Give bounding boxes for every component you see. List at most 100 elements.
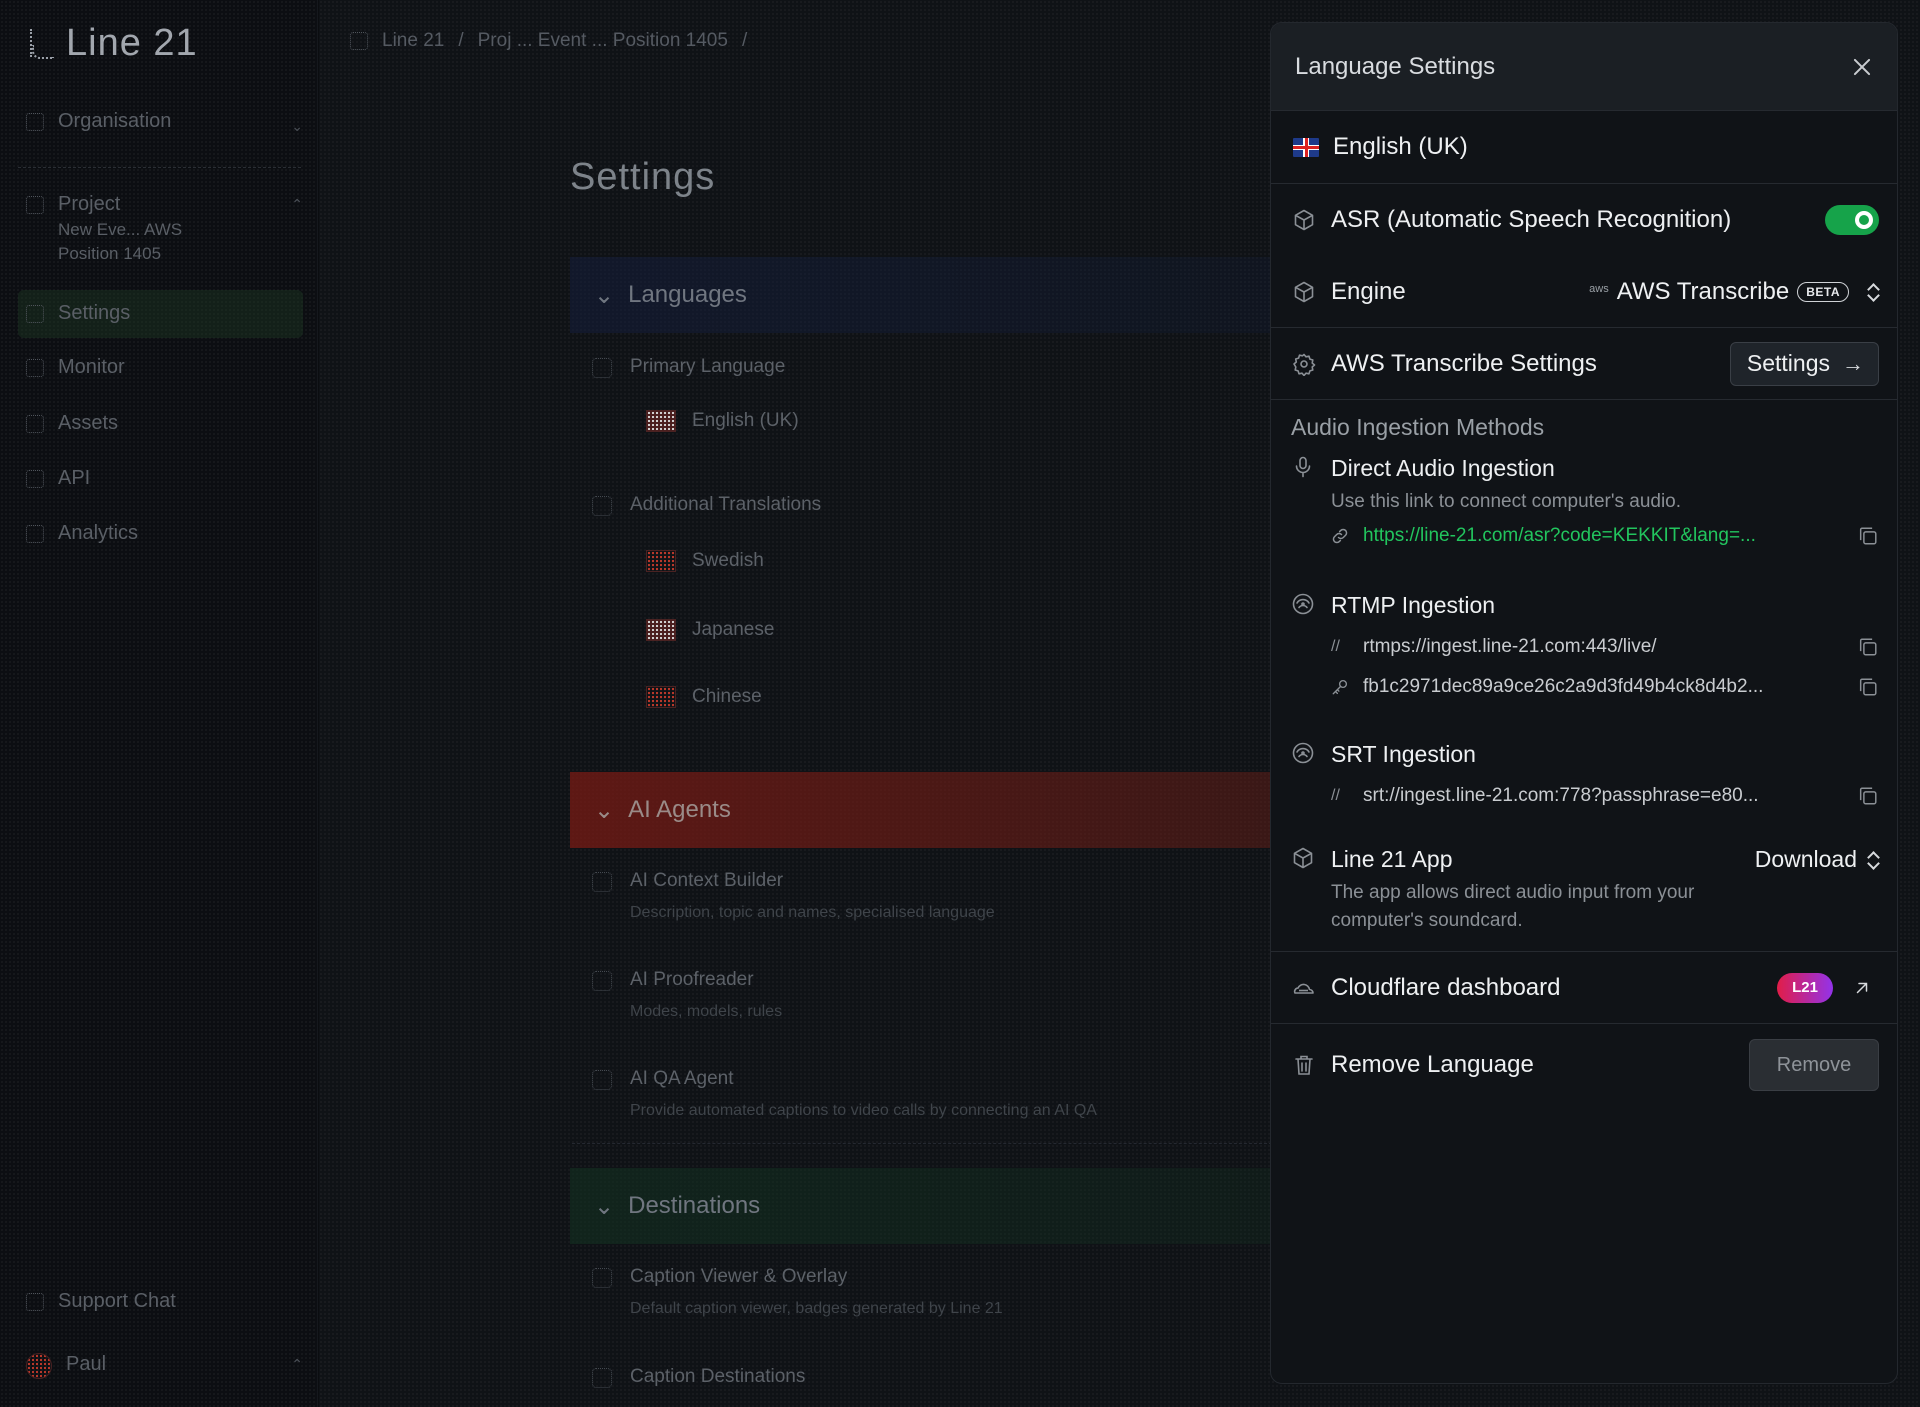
row-title: AI Proofreader bbox=[630, 969, 754, 990]
sidebar-item-organisation[interactable]: Organisation bbox=[26, 110, 171, 133]
srt-url[interactable]: srt://ingest.line-21.com:778?passphrase=… bbox=[1363, 785, 1813, 807]
remove-language-row: Remove Language Remove bbox=[1271, 1024, 1897, 1106]
srt-url-row: // srt://ingest.line-21.com:778?passphra… bbox=[1331, 776, 1879, 816]
breadcrumb-separator: / bbox=[458, 30, 464, 51]
sidebar-item-label: Organisation bbox=[58, 110, 172, 132]
ingestion-title: RTMP Ingestion bbox=[1331, 592, 1496, 618]
translation-item[interactable]: Swedish bbox=[646, 550, 764, 572]
sidebar-item-monitor[interactable]: Monitor bbox=[26, 356, 125, 379]
language-name: Japanese bbox=[692, 619, 775, 640]
microphone-icon bbox=[1291, 455, 1317, 481]
remove-language-label: Remove Language bbox=[1331, 1051, 1534, 1078]
cube-icon bbox=[1291, 846, 1317, 872]
download-select[interactable]: Download bbox=[1755, 846, 1879, 873]
asr-toggle[interactable] bbox=[1825, 205, 1879, 235]
slashes-icon: // bbox=[1331, 638, 1340, 655]
row-subtitle: Default caption viewer, badges generated… bbox=[630, 1300, 1003, 1317]
sidebar-toggle-icon[interactable] bbox=[350, 32, 368, 50]
flag-icon bbox=[646, 686, 676, 708]
row-title: AI QA Agent bbox=[630, 1068, 734, 1089]
breadcrumb-item[interactable]: Line 21 bbox=[382, 30, 444, 52]
ingestion-description: Use this link to connect computer's audi… bbox=[1331, 491, 1682, 512]
support-chat-button[interactable]: Support Chat bbox=[26, 1290, 176, 1313]
copy-icon[interactable] bbox=[1857, 525, 1879, 547]
sidebar-item-label: Monitor bbox=[58, 356, 125, 378]
settings-button[interactable]: Settings → bbox=[1729, 341, 1879, 386]
close-icon[interactable] bbox=[1849, 54, 1875, 80]
globe-icon bbox=[592, 358, 612, 378]
chevron-up-down-icon[interactable]: ⌃ bbox=[291, 196, 303, 213]
chevron-up-down-icon bbox=[1867, 850, 1879, 870]
chevron-down-icon: ⌄ bbox=[594, 796, 615, 824]
gear-icon bbox=[1291, 351, 1317, 377]
caption-destinations-row[interactable]: Caption Destinations bbox=[592, 1366, 805, 1388]
uk-flag-icon bbox=[1293, 137, 1319, 157]
sidebar-item-api[interactable]: API bbox=[26, 467, 90, 490]
language-settings-drawer: Language Settings English (UK) ASR (Auto… bbox=[1270, 22, 1898, 1384]
primary-language-item[interactable]: English (UK) bbox=[646, 410, 799, 432]
sidebar-item-project[interactable]: Project New Eve... AWS Position 1405 bbox=[26, 193, 182, 264]
engine-row: Engine aws AWS Transcribe BETA bbox=[1271, 256, 1897, 328]
caption-viewer-row[interactable]: Caption Viewer & Overlay Default caption… bbox=[592, 1266, 1003, 1318]
logo[interactable]: Line 21 bbox=[26, 22, 198, 65]
chevron-up-down-icon bbox=[1867, 282, 1879, 302]
project-event: New Eve... AWS bbox=[58, 220, 183, 239]
section-title: Languages bbox=[628, 281, 747, 308]
ai-proofreader-row[interactable]: AI Proofreader Modes, models, rules bbox=[592, 969, 782, 1021]
external-link-icon[interactable] bbox=[1853, 979, 1871, 997]
direct-audio-ingestion: Direct Audio Ingestion Use this link to … bbox=[1271, 455, 1897, 556]
sidebar: Line 21 Organisation ⌄ Project New Eve..… bbox=[0, 0, 318, 1407]
key-icon bbox=[1331, 678, 1349, 696]
copy-icon[interactable] bbox=[1857, 676, 1879, 698]
settings-button-label: Settings bbox=[1746, 350, 1830, 376]
sidebar-item-analytics[interactable]: Analytics bbox=[26, 522, 138, 545]
section-languages[interactable]: ⌄ Languages bbox=[570, 257, 1270, 333]
drawer-header: Language Settings bbox=[1271, 23, 1897, 111]
ai-context-builder-row[interactable]: AI Context Builder Description, topic an… bbox=[592, 870, 995, 922]
sidebar-item-settings[interactable]: Settings bbox=[26, 302, 130, 325]
cloudflare-row[interactable]: Cloudflare dashboard L21 bbox=[1271, 952, 1897, 1024]
row-title: Caption Destinations bbox=[630, 1366, 806, 1387]
rtmp-stream-key[interactable]: fb1c2971dec89a9ce26c2a9d3fd49b4ck8d4b2..… bbox=[1363, 676, 1813, 698]
translation-item[interactable]: Chinese bbox=[646, 686, 762, 708]
ai-qa-agent-row[interactable]: AI QA Agent Provide automated captions t… bbox=[592, 1068, 1097, 1120]
breadcrumb-item[interactable]: Proj ... Event ... Position 1405 bbox=[478, 30, 728, 52]
breadcrumb-separator: / bbox=[741, 30, 748, 51]
page-title: Settings bbox=[570, 156, 716, 198]
cube-icon bbox=[1291, 279, 1317, 305]
trash-icon bbox=[1291, 1052, 1317, 1078]
broadcast-icon bbox=[1291, 592, 1317, 618]
sparkle-icon bbox=[592, 872, 612, 892]
chevron-up-down-icon[interactable]: ⌃ bbox=[291, 1356, 303, 1373]
ingestion-title: Direct Audio Ingestion bbox=[1331, 455, 1555, 481]
aws-logo-icon: aws bbox=[1589, 282, 1609, 295]
asr-label: ASR (Automatic Speech Recognition) bbox=[1331, 206, 1732, 233]
chevron-down-icon[interactable]: ⌄ bbox=[291, 118, 303, 135]
broadcast-icon bbox=[1291, 741, 1317, 767]
logo-icon bbox=[26, 27, 56, 61]
sidebar-item-label: Assets bbox=[58, 412, 119, 434]
sidebar-item-assets[interactable]: Assets bbox=[26, 412, 118, 435]
language-name: English (UK) bbox=[692, 410, 799, 431]
chevron-down-icon: ⌄ bbox=[594, 1192, 615, 1220]
section-ai-agents[interactable]: ⌄ AI Agents bbox=[570, 772, 1270, 848]
arrow-right-icon: → bbox=[1842, 350, 1864, 376]
engine-select[interactable]: aws AWS Transcribe BETA bbox=[1589, 278, 1879, 306]
copy-icon[interactable] bbox=[1857, 785, 1879, 807]
cloudflare-label: Cloudflare dashboard bbox=[1331, 973, 1561, 1001]
avatar bbox=[26, 1353, 52, 1379]
user-menu[interactable]: Paul bbox=[26, 1353, 106, 1379]
language-row: English (UK) bbox=[1271, 111, 1897, 184]
rtmp-url[interactable]: rtmps://ingest.line-21.com:443/live/ bbox=[1363, 636, 1813, 658]
destination-icon bbox=[592, 1368, 612, 1388]
translation-item[interactable]: Japanese bbox=[646, 619, 774, 641]
section-title: Destinations bbox=[628, 1192, 761, 1219]
row-title: AI Context Builder bbox=[630, 870, 784, 891]
asr-row: ASR (Automatic Speech Recognition) bbox=[1271, 184, 1897, 256]
direct-audio-link[interactable]: https://line-21.com/asr?code=KEKKIT&lang… bbox=[1363, 525, 1813, 547]
copy-icon[interactable] bbox=[1857, 636, 1879, 658]
chevron-down-icon: ⌄ bbox=[594, 281, 615, 309]
section-destinations[interactable]: ⌄ Destinations bbox=[570, 1168, 1270, 1244]
divider bbox=[572, 1143, 1272, 1144]
remove-button[interactable]: Remove bbox=[1749, 1039, 1879, 1091]
